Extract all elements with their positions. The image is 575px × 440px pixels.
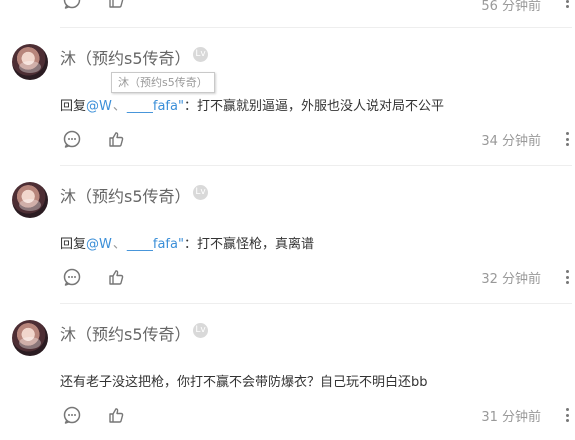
- more-options-icon[interactable]: [564, 130, 570, 148]
- user-level-badge: Lv: [193, 47, 208, 62]
- mention-separator: 、: [112, 237, 126, 252]
- avatar[interactable]: [12, 320, 48, 356]
- comment-time: 32 分钟前: [481, 272, 541, 287]
- comment-time: 34 分钟前: [481, 134, 541, 149]
- comment-text: 还有老子没这把枪，你打不赢不会带防爆衣？自己玩不明白还bb: [60, 375, 428, 390]
- comment-bubble-icon[interactable]: [62, 405, 82, 425]
- more-options-icon[interactable]: [564, 406, 570, 424]
- comment-item: 沐（预约s5传奇） Lv 还有老子没这把枪，你打不赢不会带防爆衣？自己玩不明白还…: [0, 304, 575, 440]
- more-options-icon[interactable]: [564, 268, 570, 286]
- comment-time: 56 分钟前: [481, 0, 541, 14]
- comment-time: 31 分钟前: [481, 410, 541, 425]
- comment-bubble-icon[interactable]: [62, 0, 82, 10]
- thumbs-up-icon[interactable]: [106, 129, 126, 149]
- comment-content: 还有老子没这把枪，你打不赢不会带防爆衣？自己玩不明白还bb: [60, 371, 428, 390]
- comment-colon: ：: [183, 99, 197, 114]
- comment-item: 沐（预约s5传奇） Lv 回复@W、____fafa"：打不赢就别逼逼，外服也没…: [0, 28, 575, 166]
- comment-bubble-icon[interactable]: [62, 129, 82, 149]
- comment-item: 沐（预约s5传奇） Lv 回复@W、____fafa"：打不赢怪枪，真离谱 32…: [0, 166, 575, 304]
- comment-bubble-icon[interactable]: [62, 267, 82, 287]
- user-level-badge: Lv: [193, 323, 208, 338]
- comment-content: 回复@W、____fafa"：打不赢就别逼逼，外服也没人说对局不公平: [60, 95, 444, 114]
- reply-prefix: 回复: [60, 99, 87, 114]
- avatar[interactable]: [12, 182, 48, 218]
- thumbs-up-icon[interactable]: [106, 0, 126, 10]
- comment-username[interactable]: 沐（预约s5传奇）: [60, 183, 191, 207]
- mention-link[interactable]: @W: [86, 237, 112, 252]
- comment-content: 回复@W、____fafa"：打不赢怪枪，真离谱: [60, 233, 314, 252]
- reply-prefix: 回复: [60, 237, 87, 252]
- previous-comment-actions: 56 分钟前: [0, 0, 575, 28]
- mention-link[interactable]: @W: [86, 99, 112, 114]
- comment-text: 打不赢就别逼逼，外服也没人说对局不公平: [196, 99, 444, 114]
- mention-link[interactable]: ____fafa: [127, 99, 178, 114]
- thumbs-up-icon[interactable]: [106, 267, 126, 287]
- mention-separator: 、: [112, 99, 126, 114]
- comment-username[interactable]: 沐（预约s5传奇）: [60, 45, 191, 69]
- username-tooltip: 沐（预约s5传奇）: [111, 72, 215, 93]
- comment-username[interactable]: 沐（预约s5传奇）: [60, 321, 191, 345]
- more-options-icon[interactable]: [564, 0, 570, 10]
- thumbs-up-icon[interactable]: [106, 405, 126, 425]
- avatar[interactable]: [12, 44, 48, 80]
- comment-text: 打不赢怪枪，真离谱: [196, 237, 314, 252]
- user-level-badge: Lv: [193, 185, 208, 200]
- mention-link[interactable]: ____fafa: [127, 237, 178, 252]
- comment-colon: ：: [183, 237, 197, 252]
